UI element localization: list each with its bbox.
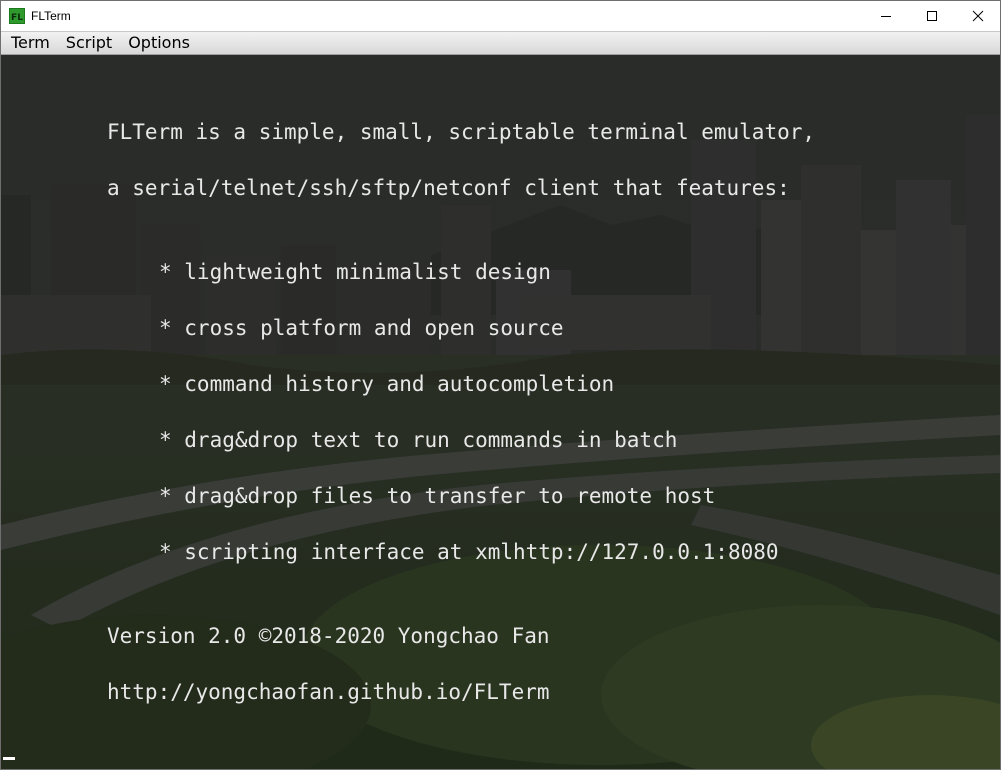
intro-line-1: FLTerm is a simple, small, scriptable te… [107,120,816,144]
version-line: Version 2.0 ©2018-2020 Yongchao Fan [107,624,550,648]
svg-text:FL: FL [11,13,23,23]
minimize-button[interactable] [863,1,909,31]
menu-bar: Term Script Options [1,31,1000,55]
feature-line: * scripting interface at xmlhttp://127.0… [159,540,779,564]
app-window: FL FLTerm Term Script Options FLTerm is … [0,0,1001,770]
terminal-view[interactable]: FLTerm is a simple, small, scriptable te… [1,55,1000,769]
feature-line: * cross platform and open source [159,316,564,340]
menu-script[interactable]: Script [58,32,120,54]
feature-line: * drag&drop files to transfer to remote … [159,484,716,508]
window-title: FLTerm [31,9,71,23]
text-cursor [3,757,15,760]
close-icon [972,10,984,22]
feature-line: * lightweight minimalist design [159,260,551,284]
menu-term[interactable]: Term [4,32,58,54]
feature-line: * drag&drop text to run commands in batc… [159,428,678,452]
minimize-icon [881,16,891,17]
menu-options[interactable]: Options [120,32,198,54]
close-button[interactable] [955,1,1001,31]
title-bar[interactable]: FL FLTerm [1,1,1000,31]
intro-line-2: a serial/telnet/ssh/sftp/netconf client … [107,176,790,200]
url-line: http://yongchaofan.github.io/FLTerm [107,680,550,704]
maximize-icon [927,11,937,21]
flterm-app-icon: FL [9,8,25,24]
terminal-output: FLTerm is a simple, small, scriptable te… [1,55,1000,769]
maximize-button[interactable] [909,1,955,31]
feature-line: * command history and autocompletion [159,372,615,396]
